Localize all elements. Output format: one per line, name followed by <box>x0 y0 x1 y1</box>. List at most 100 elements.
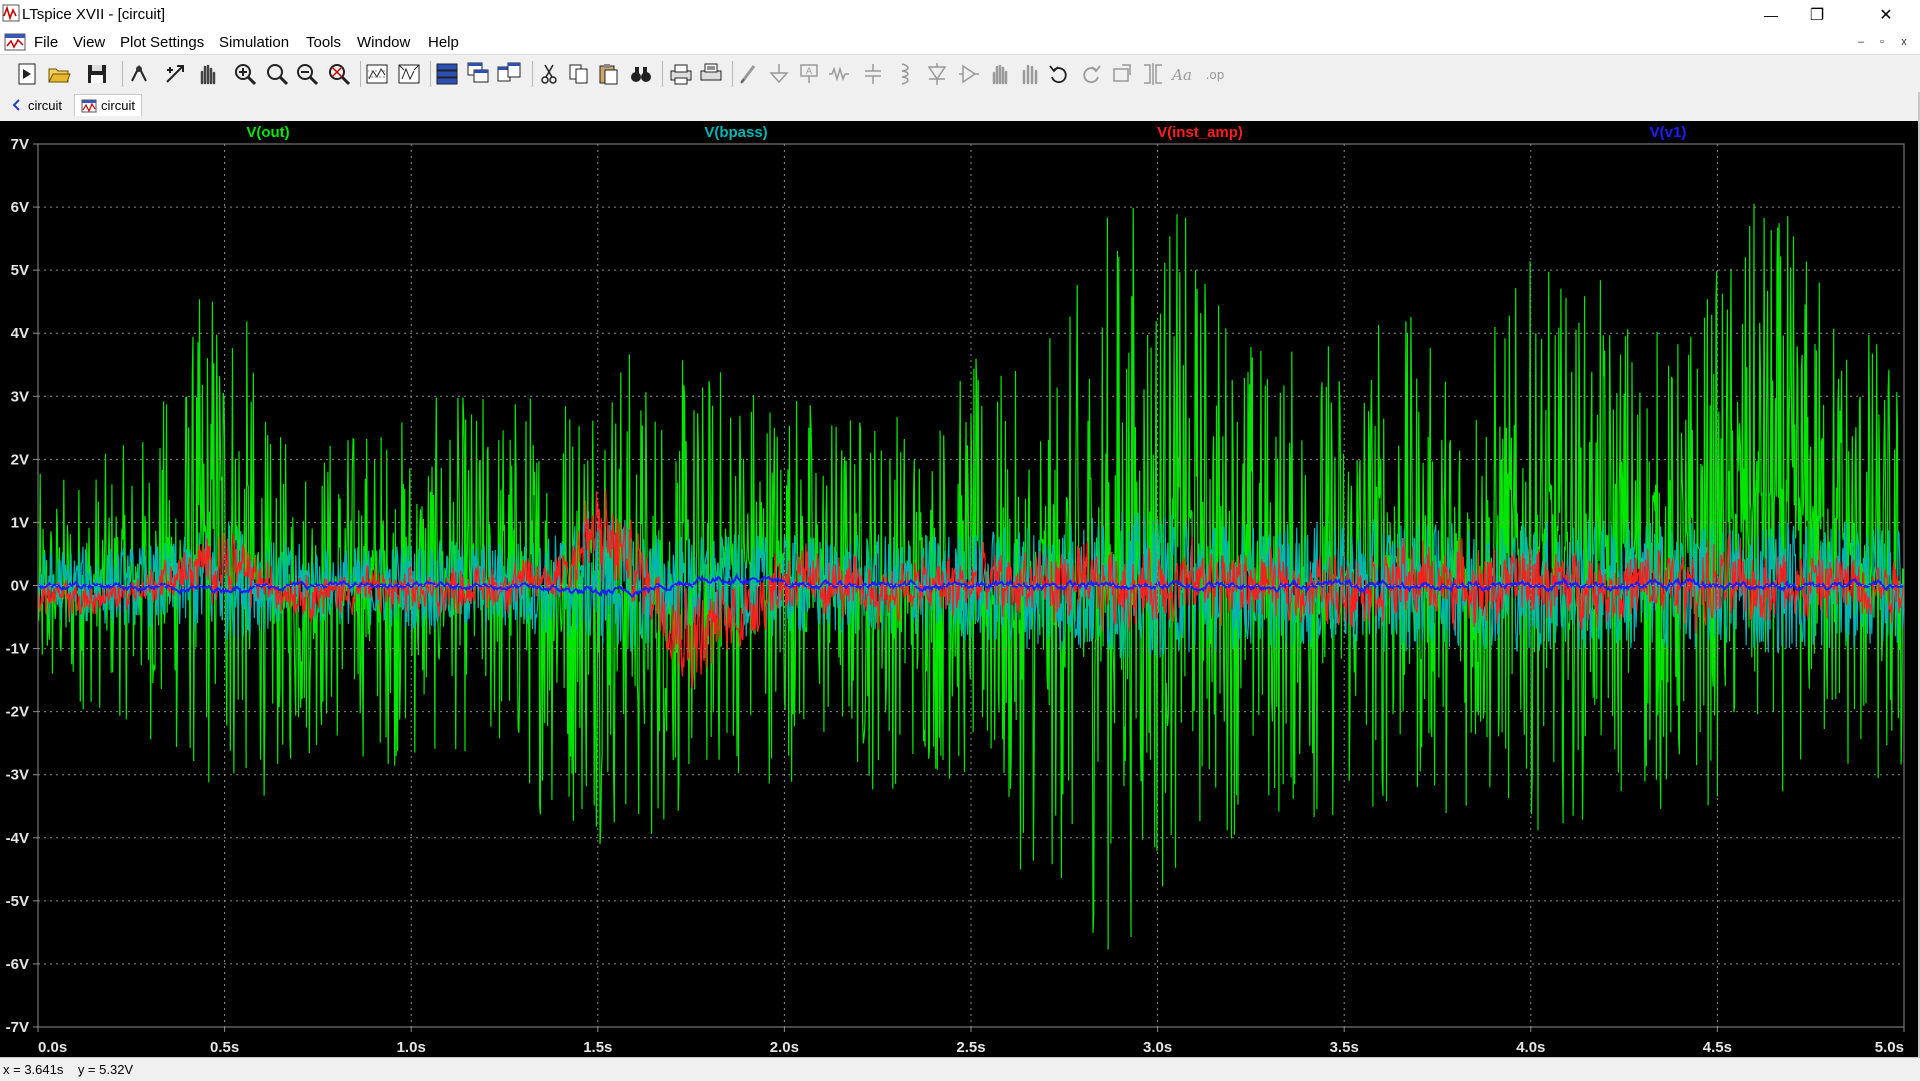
inductor-icon[interactable] <box>892 61 918 87</box>
print-icon[interactable] <box>668 61 694 87</box>
toolbar-separator <box>360 61 361 87</box>
x-tick-label: 0.0s <box>38 1039 67 1056</box>
zoom-in-icon[interactable] <box>232 61 258 87</box>
component-icon[interactable] <box>956 61 982 87</box>
x-tick-label: 5.0s <box>1875 1039 1904 1056</box>
new-schematic-icon[interactable] <box>14 61 40 87</box>
svg-text:A: A <box>806 67 813 77</box>
find-icon[interactable] <box>628 61 654 87</box>
tab-label: circuit <box>28 97 62 113</box>
mirror-icon[interactable] <box>1140 61 1166 87</box>
y-tick-label: -1V <box>6 641 29 658</box>
toolbar-separator <box>122 61 123 87</box>
x-tick-label: 4.5s <box>1703 1039 1732 1056</box>
minimize-button[interactable]: — <box>1748 0 1794 30</box>
minimize-icon: — <box>1764 7 1778 23</box>
y-tick-label: 5V <box>11 262 29 279</box>
cursor-x-readout: x = 3.641s <box>3 1062 64 1077</box>
x-tick-label: 4.0s <box>1516 1039 1545 1056</box>
x-tick-label: 3.5s <box>1330 1039 1359 1056</box>
run-icon[interactable] <box>162 61 188 87</box>
mdi-close-button[interactable]: x <box>1895 34 1913 50</box>
capacitor-icon[interactable] <box>860 61 886 87</box>
status-bar: x = 3.641s y = 5.32V <box>0 1057 1920 1081</box>
restore-button[interactable]: ❐ <box>1794 0 1840 30</box>
mdi-minimize-button[interactable]: – <box>1852 34 1870 50</box>
ltspice-app-icon[interactable] <box>2 4 20 22</box>
save-icon[interactable] <box>84 61 110 87</box>
y-tick-label: 6V <box>11 199 29 216</box>
close-button[interactable]: ✕ <box>1863 0 1909 30</box>
menu-help[interactable]: Help <box>428 34 459 51</box>
toolbar-separator <box>732 61 733 87</box>
tile-vertical-icon[interactable] <box>496 61 522 87</box>
legend-entry: V(v1) <box>1650 124 1687 141</box>
toolbar-separator <box>430 61 431 87</box>
autorange-icon[interactable] <box>364 61 390 87</box>
ground-icon[interactable] <box>766 61 792 87</box>
tab-schematic-circuit[interactable]: circuit <box>4 94 68 116</box>
spice-directive-icon[interactable]: .op <box>1202 61 1228 87</box>
menu-tools[interactable]: Tools <box>306 34 341 51</box>
copy-icon[interactable] <box>566 61 592 87</box>
y-tick-label: -2V <box>6 704 29 721</box>
x-tick-label: 0.5s <box>210 1039 239 1056</box>
paste-icon[interactable] <box>596 61 622 87</box>
zoom-area-icon[interactable] <box>264 61 290 87</box>
svg-text:.op: .op <box>1206 68 1225 82</box>
menu-window[interactable]: Window <box>357 34 410 51</box>
y-tick-label: -7V <box>6 1019 29 1036</box>
redo-icon[interactable] <box>1078 61 1104 87</box>
menu-simulation[interactable]: Simulation <box>219 34 289 51</box>
y-tick-label: 0V <box>11 578 29 595</box>
menu-file[interactable]: File <box>34 34 58 51</box>
diode-icon[interactable] <box>924 61 950 87</box>
rotate-icon[interactable] <box>1110 61 1136 87</box>
text-icon[interactable]: Aa <box>1170 61 1196 87</box>
draw-wire-icon[interactable] <box>736 61 762 87</box>
legend-entry: V(out) <box>246 124 289 141</box>
label-net-icon[interactable]: A <box>796 61 822 87</box>
y-tick-label: 3V <box>11 388 29 405</box>
waveform-window-icon[interactable] <box>4 32 26 52</box>
cut-icon[interactable] <box>536 61 562 87</box>
y-tick-label: 1V <box>11 514 29 531</box>
x-tick-label: 3.0s <box>1143 1039 1172 1056</box>
toolbar: A Aa .op <box>0 54 1920 94</box>
y-tick-label: -5V <box>6 893 29 910</box>
pan-icon[interactable] <box>194 61 220 87</box>
y-tick-label: -6V <box>6 956 29 973</box>
cascade-icon[interactable] <box>466 61 492 87</box>
zoom-fit-icon[interactable] <box>326 61 352 87</box>
open-icon[interactable] <box>46 61 72 87</box>
resistor-icon[interactable] <box>826 61 852 87</box>
y-tick-label: 2V <box>11 451 29 468</box>
control-panel-icon[interactable] <box>126 61 152 87</box>
menu-plot-settings[interactable]: Plot Settings <box>120 34 204 51</box>
move-icon[interactable] <box>986 61 1012 87</box>
cursor-y-readout: y = 5.32V <box>77 1062 134 1077</box>
edit-plot-icon[interactable] <box>396 61 422 87</box>
toolbar-separator <box>532 61 533 87</box>
tile-horizontal-icon[interactable] <box>434 61 460 87</box>
x-tick-label: 2.5s <box>956 1039 985 1056</box>
svg-text:Aa: Aa <box>1170 66 1192 84</box>
mdi-restore-button[interactable]: ▫ <box>1873 34 1891 50</box>
x-tick-label: 1.5s <box>583 1039 612 1056</box>
window-title: LTspice XVII - [circuit] <box>22 6 166 23</box>
legend-entry: V(inst_amp) <box>1157 124 1243 141</box>
undo-icon[interactable] <box>1046 61 1072 87</box>
tab-waveform-circuit[interactable]: circuit <box>74 94 142 116</box>
waveform-plot[interactable]: V(out) V(bpass) V(inst_amp) V(v1) 0.0s 0.5s 1.… <box>0 121 1920 1057</box>
drag-icon[interactable] <box>1016 61 1042 87</box>
waveform-icon <box>81 99 97 112</box>
schematic-icon <box>12 99 20 111</box>
menu-view[interactable]: View <box>73 34 105 51</box>
zoom-out-icon[interactable] <box>294 61 320 87</box>
legend-entry: V(bpass) <box>704 124 767 141</box>
tab-label: circuit <box>101 98 135 113</box>
x-tick-label: 2.0s <box>770 1039 799 1056</box>
print-preview-icon[interactable] <box>698 61 724 87</box>
restore-icon: ❐ <box>1809 7 1825 24</box>
cursor-readout: x = 3.641s y = 5.32V <box>3 1062 133 1077</box>
